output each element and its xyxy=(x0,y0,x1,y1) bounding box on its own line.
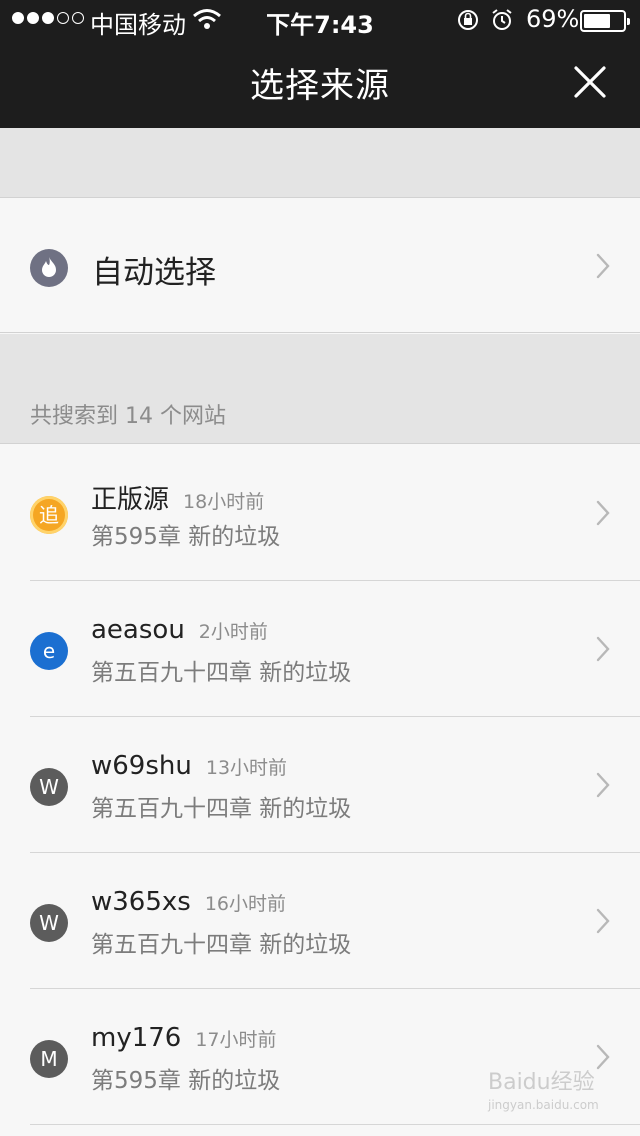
results-header: 共搜索到 14 个网站 xyxy=(0,334,640,444)
source-name: aeasou xyxy=(91,615,185,645)
chevron-right-icon xyxy=(596,772,610,798)
source-logo-icon: W xyxy=(30,904,68,942)
source-row[interactable]: e aeasou 2小时前 第五百九十四章 新的垃圾 xyxy=(0,581,640,717)
chevron-right-icon xyxy=(596,253,610,279)
source-name-line: my176 17小时前 xyxy=(91,1023,277,1053)
source-latest-chapter: 第五百九十四章 新的垃圾 xyxy=(91,660,352,686)
row-divider xyxy=(30,1124,640,1125)
source-name-line: 正版源 18小时前 xyxy=(91,479,264,516)
source-logo-icon: M xyxy=(30,1040,68,1078)
chevron-right-icon xyxy=(596,500,610,526)
source-name: w365xs xyxy=(91,887,191,917)
status-bar: 中国移动 下午7:43 69% xyxy=(0,0,640,40)
source-latest-chapter: 第595章 新的垃圾 xyxy=(91,1068,281,1094)
source-updated-time: 13小时前 xyxy=(205,757,288,779)
source-logo-icon: W xyxy=(30,768,68,806)
result-count: 共搜索到 14 个网站 xyxy=(30,404,226,429)
page-title: 选择来源 xyxy=(250,66,390,106)
source-name: my176 xyxy=(91,1023,182,1053)
source-latest-chapter: 第五百九十四章 新的垃圾 xyxy=(91,932,352,958)
source-row[interactable]: Ww365xs 16小时前第五百九十四章 新的垃圾 xyxy=(0,853,640,989)
source-logo-icon: 追 xyxy=(30,496,68,534)
battery-percent: 69% xyxy=(526,5,580,33)
chevron-right-icon xyxy=(596,908,610,934)
source-updated-time: 17小时前 xyxy=(195,1029,277,1051)
chevron-right-icon xyxy=(596,636,610,662)
source-name-line: aeasou 2小时前 xyxy=(91,615,268,645)
flame-icon xyxy=(30,249,68,287)
watermark-text: Baidu经验 xyxy=(488,1070,595,1095)
source-name-line: w365xs 16小时前 xyxy=(91,887,286,917)
rotation-lock-icon xyxy=(458,10,478,30)
source-name: 正版源 xyxy=(91,485,170,515)
battery-level xyxy=(584,14,610,28)
alarm-icon xyxy=(492,9,512,30)
auto-select-row[interactable]: 自动选择 xyxy=(0,199,640,333)
source-name-line: w69shu 13小时前 xyxy=(91,751,287,781)
source-list: 追正版源 18小时前 第595章 新的垃圾 e aeasou 2小时前 第五百九十四章 新的… xyxy=(0,445,640,1125)
source-latest-chapter: 第五百九十四章 新的垃圾 xyxy=(91,796,352,822)
watermark-sub: jingyan.baidu.com xyxy=(488,1098,599,1112)
auto-select-label: 自动选择 xyxy=(92,255,216,291)
source-name: w69shu xyxy=(91,751,192,781)
close-icon[interactable] xyxy=(568,60,612,104)
section-spacer xyxy=(0,128,640,198)
battery-icon xyxy=(580,10,630,32)
source-updated-time: 18小时前 xyxy=(183,491,265,513)
source-logo-icon: e xyxy=(30,632,68,670)
source-row[interactable]: Ww69shu 13小时前第五百九十四章 新的垃圾 xyxy=(0,717,640,853)
watermark: Baidu经验 jingyan.baidu.com xyxy=(488,1064,599,1112)
source-latest-chapter: 第595章 新的垃圾 xyxy=(91,524,281,550)
source-row[interactable]: 追正版源 18小时前第595章 新的垃圾 xyxy=(0,445,640,581)
source-updated-time: 16小时前 xyxy=(204,893,287,915)
source-updated-time: 2小时前 xyxy=(198,621,268,643)
top-bar: 中国移动 下午7:43 69% 选择来源 xyxy=(0,0,640,128)
